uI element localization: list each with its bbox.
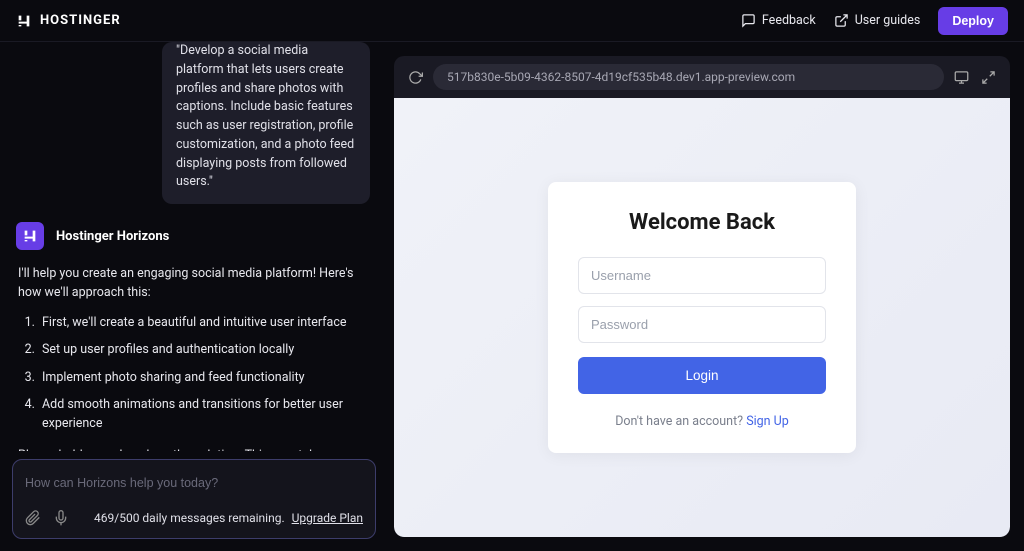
user-guides-label: User guides (855, 13, 921, 28)
bot-name: Hostinger Horizons (56, 229, 169, 244)
microphone-icon[interactable] (53, 510, 69, 526)
expand-icon[interactable] (981, 70, 996, 85)
username-field[interactable] (578, 257, 826, 294)
user-message: "Develop a social media platform that le… (162, 42, 370, 204)
bot-hold-text: Please hold on as I work on the solution… (18, 446, 370, 451)
refresh-icon[interactable] (408, 70, 423, 85)
password-field[interactable] (578, 306, 826, 343)
composer-status: 469/500 daily messages remaining. Upgrad… (94, 511, 363, 525)
composer-input[interactable] (25, 472, 363, 510)
chat-panel: "Develop a social media platform that le… (0, 42, 388, 551)
url-bar[interactable]: 517b830e-5b09-4362-8507-4d19cf535b48.dev… (433, 64, 944, 90)
login-button[interactable]: Login (578, 357, 826, 394)
list-item: Set up user profiles and authentication … (38, 340, 370, 359)
bot-avatar-icon (16, 222, 44, 250)
attachment-icon[interactable] (25, 510, 41, 526)
preview-toolbar: 517b830e-5b09-4362-8507-4d19cf535b48.dev… (394, 56, 1010, 98)
bot-steps-list: First, we'll create a beautiful and intu… (38, 313, 370, 434)
list-item: First, we'll create a beautiful and intu… (38, 313, 370, 332)
brand-logo[interactable]: HOSTINGER (16, 13, 121, 29)
list-item: Add smooth animations and transitions fo… (38, 395, 370, 434)
signup-prefix: Don't have an account? (615, 414, 746, 429)
feedback-icon (741, 13, 756, 28)
devices-icon[interactable] (954, 70, 969, 85)
login-card: Welcome Back Login Don't have an account… (548, 182, 856, 453)
logo-mark-icon (16, 13, 32, 29)
messages-remaining: 469/500 daily messages remaining. (94, 511, 285, 525)
topbar: HOSTINGER Feedback User guides Deploy (0, 0, 1024, 42)
preview-panel: 517b830e-5b09-4362-8507-4d19cf535b48.dev… (388, 42, 1024, 551)
list-item: Implement photo sharing and feed functio… (38, 368, 370, 387)
chat-scroll[interactable]: "Develop a social media platform that le… (12, 42, 376, 451)
composer: 469/500 daily messages remaining. Upgrad… (12, 459, 376, 539)
signup-link[interactable]: Sign Up (746, 414, 789, 429)
external-link-icon (834, 13, 849, 28)
composer-icons (25, 510, 69, 526)
main-content: "Develop a social media platform that le… (0, 42, 1024, 551)
preview-frame: 517b830e-5b09-4362-8507-4d19cf535b48.dev… (394, 56, 1010, 537)
topbar-right: Feedback User guides Deploy (741, 7, 1008, 35)
signup-row: Don't have an account? Sign Up (578, 414, 826, 429)
login-title: Welcome Back (578, 210, 826, 235)
feedback-link[interactable]: Feedback (741, 13, 816, 28)
upgrade-plan-link[interactable]: Upgrade Plan (292, 511, 363, 525)
bot-message: I'll help you create an engaging social … (12, 264, 376, 451)
composer-bottom: 469/500 daily messages remaining. Upgrad… (25, 510, 363, 526)
bot-header: Hostinger Horizons (16, 222, 376, 250)
deploy-button[interactable]: Deploy (938, 7, 1008, 35)
bot-intro: I'll help you create an engaging social … (18, 264, 370, 303)
brand-text: HOSTINGER (40, 13, 121, 28)
preview-viewport: Welcome Back Login Don't have an account… (394, 98, 1010, 537)
user-guides-link[interactable]: User guides (834, 13, 921, 28)
preview-actions (954, 70, 996, 85)
feedback-label: Feedback (762, 13, 816, 28)
